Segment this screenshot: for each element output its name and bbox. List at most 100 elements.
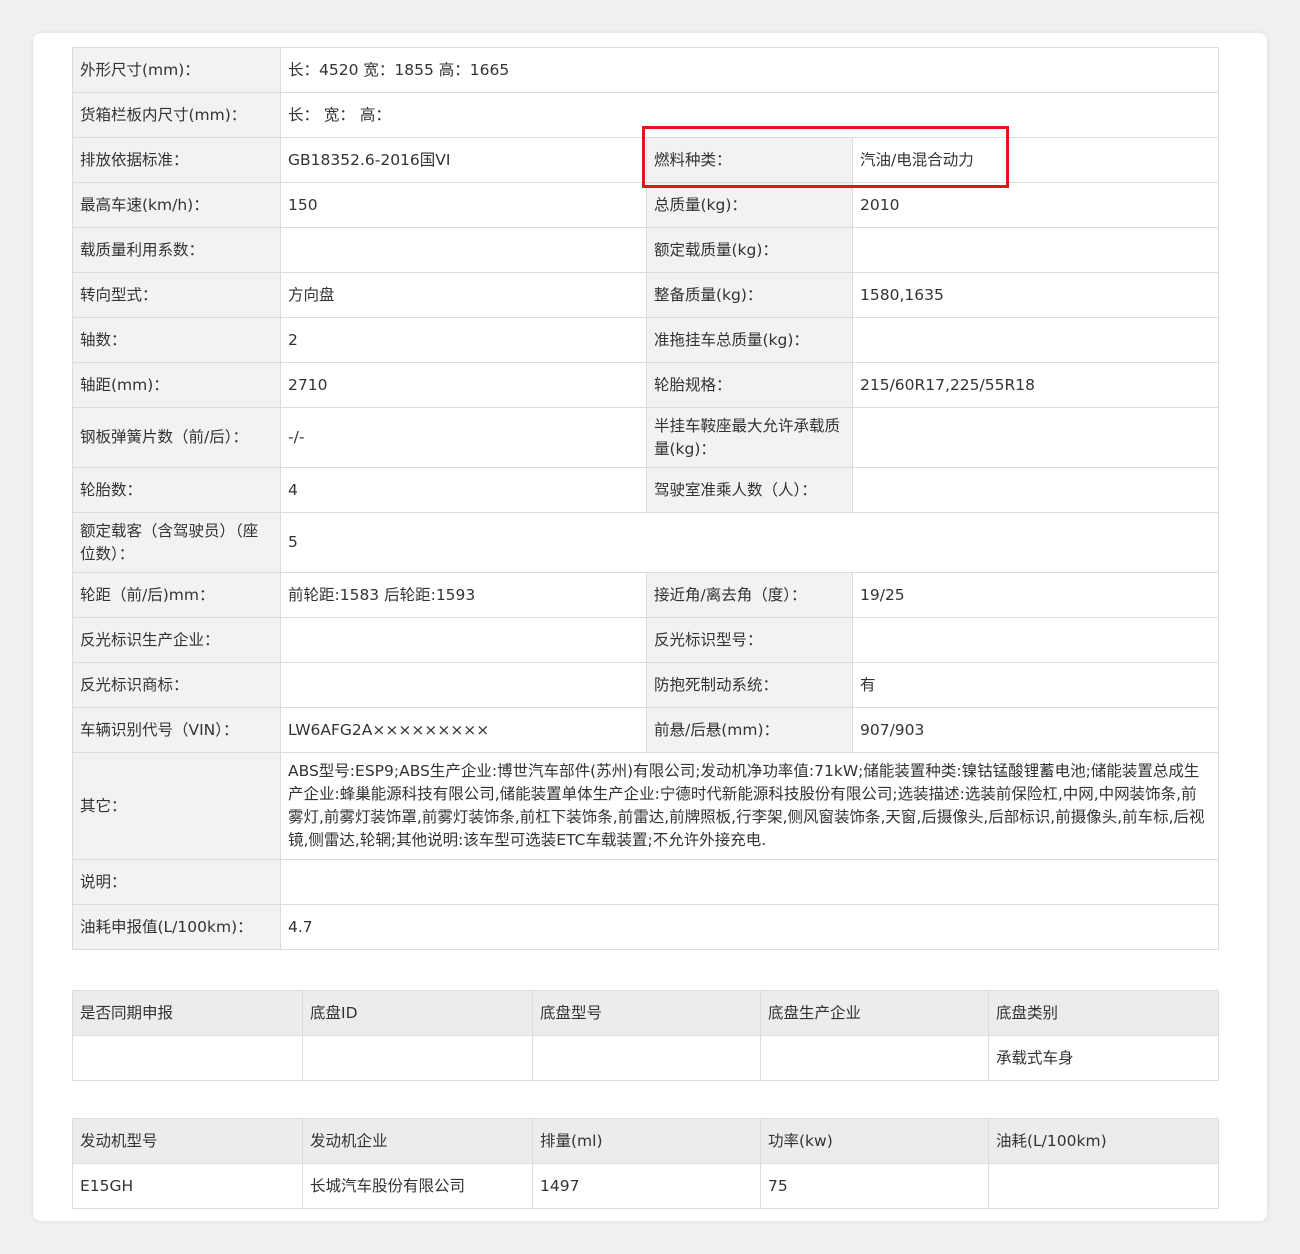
table-row: 最高车速(km/h)： 150 总质量(kg)： 2010 [72, 182, 1219, 228]
tire-spec-label: 轮胎规格： [646, 362, 853, 408]
cab-label: 驾驶室准乘人数（人）： [646, 467, 853, 513]
table-row: 额定载客（含驾驶员）（座位数）： 5 [72, 512, 1219, 573]
table-row: 排放依据标准： GB18352.6-2016国VI 燃料种类： 汽油/电混合动力 [72, 137, 1219, 183]
vehicle-spec-table: 外形尺寸(mm)： 长：4520 宽：1855 高：1665 货箱栏板内尺寸(m… [72, 47, 1219, 950]
rated-load-value [852, 227, 1219, 273]
cargo-label: 货箱栏板内尺寸(mm)： [72, 92, 281, 138]
tires-label: 轮胎数： [72, 467, 281, 513]
reflect-model-value [852, 617, 1219, 663]
curb-mass-value: 1580,1635 [852, 272, 1219, 318]
reflect-brand-label: 反光标识商标： [72, 662, 281, 708]
total-mass-label: 总质量(kg)： [646, 182, 853, 228]
chassis-header: 底盘生产企业 [760, 990, 989, 1036]
springs-label: 钢板弹簧片数（前/后）： [72, 407, 281, 468]
chassis-cell [532, 1035, 761, 1081]
vin-label: 车辆识别代号（VIN）： [72, 707, 281, 753]
table-row: 车辆识别代号（VIN）： LW6AFG2A××××××××× 前悬/后悬(mm)… [72, 707, 1219, 753]
engine-cell [988, 1163, 1219, 1209]
chassis-header: 底盘ID [302, 990, 533, 1036]
overhang-value: 907/903 [852, 707, 1219, 753]
fuel-declared-label: 油耗申报值(L/100km)： [72, 904, 281, 950]
overhang-label: 前悬/后悬(mm)： [646, 707, 853, 753]
chassis-cell [760, 1035, 989, 1081]
max-speed-value: 150 [280, 182, 647, 228]
dimensions-label: 外形尺寸(mm)： [72, 47, 281, 93]
table-row: 承载式车身 [72, 1035, 1219, 1081]
chassis-header: 底盘类别 [988, 990, 1219, 1036]
fuel-type-value: 汽油/电混合动力 [852, 137, 1219, 183]
table-row: 反光标识生产企业： 反光标识型号： [72, 617, 1219, 663]
trailer-value [852, 317, 1219, 363]
chassis-table: 是否同期申报 底盘ID 底盘型号 底盘生产企业 底盘类别 承载式车身 [72, 990, 1219, 1081]
angle-label: 接近角/离去角（度）： [646, 572, 853, 618]
table-row: 钢板弹簧片数（前/后）： -/- 半挂车鞍座最大允许承载质量(kg)： [72, 407, 1219, 468]
seats-value: 5 [280, 512, 1219, 573]
engine-cell: 75 [760, 1163, 989, 1209]
curb-mass-label: 整备质量(kg)： [646, 272, 853, 318]
saddle-value [852, 407, 1219, 468]
steering-label: 转向型式： [72, 272, 281, 318]
chassis-header: 是否同期申报 [72, 990, 303, 1036]
tires-value: 4 [280, 467, 647, 513]
load-coef-value [280, 227, 647, 273]
engine-cell: E15GH [72, 1163, 303, 1209]
engine-header: 油耗(L/100km) [988, 1118, 1219, 1164]
table-row: 油耗申报值(L/100km)： 4.7 [72, 904, 1219, 950]
dimensions-value: 长：4520 宽：1855 高：1665 [280, 47, 1219, 93]
load-coef-label: 载质量利用系数： [72, 227, 281, 273]
table-row: 载质量利用系数： 额定载质量(kg)： [72, 227, 1219, 273]
wheelbase-value: 2710 [280, 362, 647, 408]
max-speed-label: 最高车速(km/h)： [72, 182, 281, 228]
table-row: 货箱栏板内尺寸(mm)： 长： 宽： 高： [72, 92, 1219, 138]
total-mass-value: 2010 [852, 182, 1219, 228]
wheelbase-label: 轴距(mm)： [72, 362, 281, 408]
reflect-model-label: 反光标识型号： [646, 617, 853, 663]
cargo-value: 长： 宽： 高： [280, 92, 1219, 138]
table-row: 轴距(mm)： 2710 轮胎规格： 215/60R17,225/55R18 [72, 362, 1219, 408]
engine-cell: 长城汽车股份有限公司 [302, 1163, 533, 1209]
reflect-brand-value [280, 662, 647, 708]
chassis-cell [302, 1035, 533, 1081]
fuel-declared-value: 4.7 [280, 904, 1219, 950]
engine-header: 发动机企业 [302, 1118, 533, 1164]
track-value: 前轮距:1583 后轮距:1593 [280, 572, 647, 618]
axles-label: 轴数： [72, 317, 281, 363]
table-row: 反光标识商标： 防抱死制动系统： 有 [72, 662, 1219, 708]
engine-header: 发动机型号 [72, 1118, 303, 1164]
trailer-label: 准拖挂车总质量(kg)： [646, 317, 853, 363]
reflect-maker-value [280, 617, 647, 663]
vin-value: LW6AFG2A××××××××× [280, 707, 647, 753]
steering-value: 方向盘 [280, 272, 647, 318]
cab-value [852, 467, 1219, 513]
engine-table: 发动机型号 发动机企业 排量(ml) 功率(kw) 油耗(L/100km) E1… [72, 1118, 1219, 1209]
track-label: 轮距（前/后)mm： [72, 572, 281, 618]
table-header-row: 是否同期申报 底盘ID 底盘型号 底盘生产企业 底盘类别 [72, 990, 1219, 1036]
table-row: 轮胎数： 4 驾驶室准乘人数（人）： [72, 467, 1219, 513]
chassis-cell [72, 1035, 303, 1081]
table-header-row: 发动机型号 发动机企业 排量(ml) 功率(kw) 油耗(L/100km) [72, 1118, 1219, 1164]
table-row: 其它： ABS型号:ESP9;ABS生产企业:博世汽车部件(苏州)有限公司;发动… [72, 752, 1219, 860]
emission-label: 排放依据标准： [72, 137, 281, 183]
engine-header: 功率(kw) [760, 1118, 989, 1164]
emission-value: GB18352.6-2016国VI [280, 137, 647, 183]
note-label: 说明： [72, 859, 281, 905]
fuel-type-label: 燃料种类： [646, 137, 853, 183]
other-value: ABS型号:ESP9;ABS生产企业:博世汽车部件(苏州)有限公司;发动机净功率… [280, 752, 1219, 860]
axles-value: 2 [280, 317, 647, 363]
abs-value: 有 [852, 662, 1219, 708]
seats-label: 额定载客（含驾驶员）（座位数）： [72, 512, 281, 573]
chassis-cell: 承载式车身 [988, 1035, 1219, 1081]
abs-label: 防抱死制动系统： [646, 662, 853, 708]
angle-value: 19/25 [852, 572, 1219, 618]
other-label: 其它： [72, 752, 281, 860]
table-row: 转向型式： 方向盘 整备质量(kg)： 1580,1635 [72, 272, 1219, 318]
note-value [280, 859, 1219, 905]
table-row: 说明： [72, 859, 1219, 905]
table-row: 轮距（前/后)mm： 前轮距:1583 后轮距:1593 接近角/离去角（度）：… [72, 572, 1219, 618]
tire-spec-value: 215/60R17,225/55R18 [852, 362, 1219, 408]
saddle-label: 半挂车鞍座最大允许承载质量(kg)： [646, 407, 853, 468]
table-row: 轴数： 2 准拖挂车总质量(kg)： [72, 317, 1219, 363]
table-row: E15GH 长城汽车股份有限公司 1497 75 [72, 1163, 1219, 1209]
engine-header: 排量(ml) [532, 1118, 761, 1164]
rated-load-label: 额定载质量(kg)： [646, 227, 853, 273]
